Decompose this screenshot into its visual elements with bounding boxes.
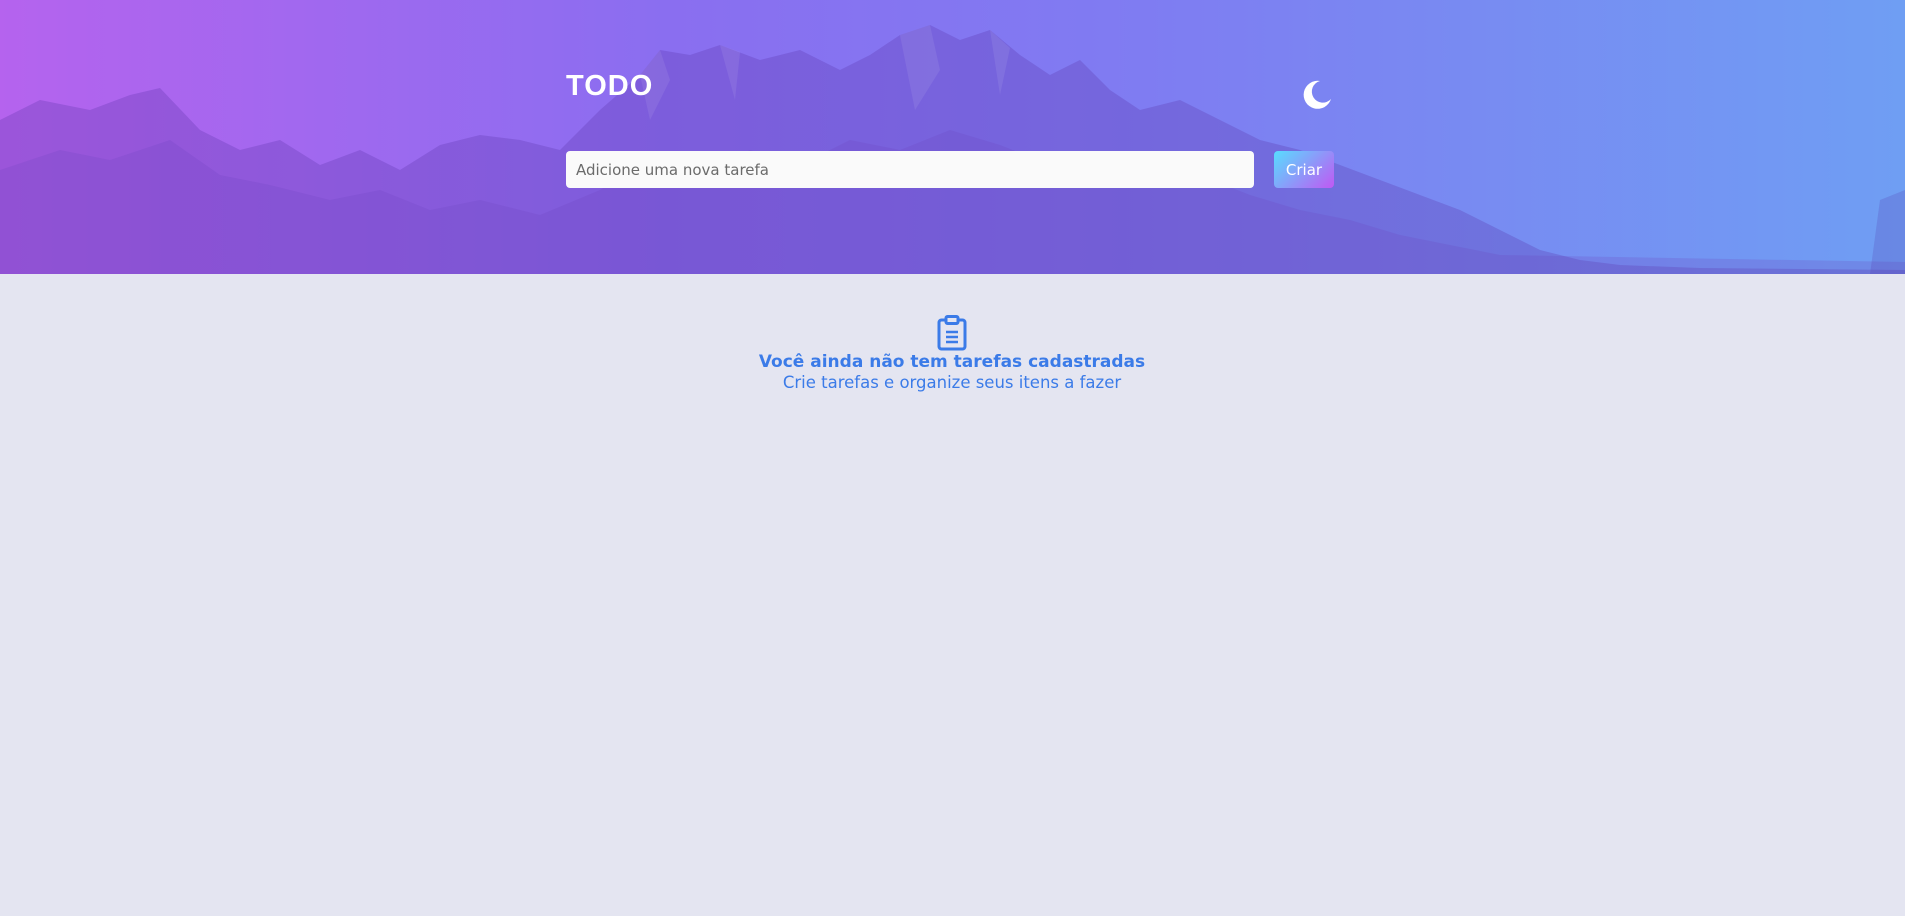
header-container: TODO Criar [566, 0, 1334, 274]
create-task-button[interactable]: Criar [1274, 151, 1334, 188]
theme-toggle-button[interactable] [1300, 78, 1334, 112]
empty-state: Você ainda não tem tarefas cadastradas C… [652, 315, 1252, 393]
hero-banner: TODO Criar [0, 0, 1905, 274]
new-task-input[interactable] [566, 151, 1254, 188]
empty-state-title: Você ainda não tem tarefas cadastradas [758, 352, 1146, 372]
app-title: TODO [566, 70, 654, 102]
clipboard-icon [937, 315, 967, 351]
empty-state-subtitle: Crie tarefas e organize seus itens a faz… [782, 373, 1122, 392]
moon-icon [1303, 80, 1331, 109]
